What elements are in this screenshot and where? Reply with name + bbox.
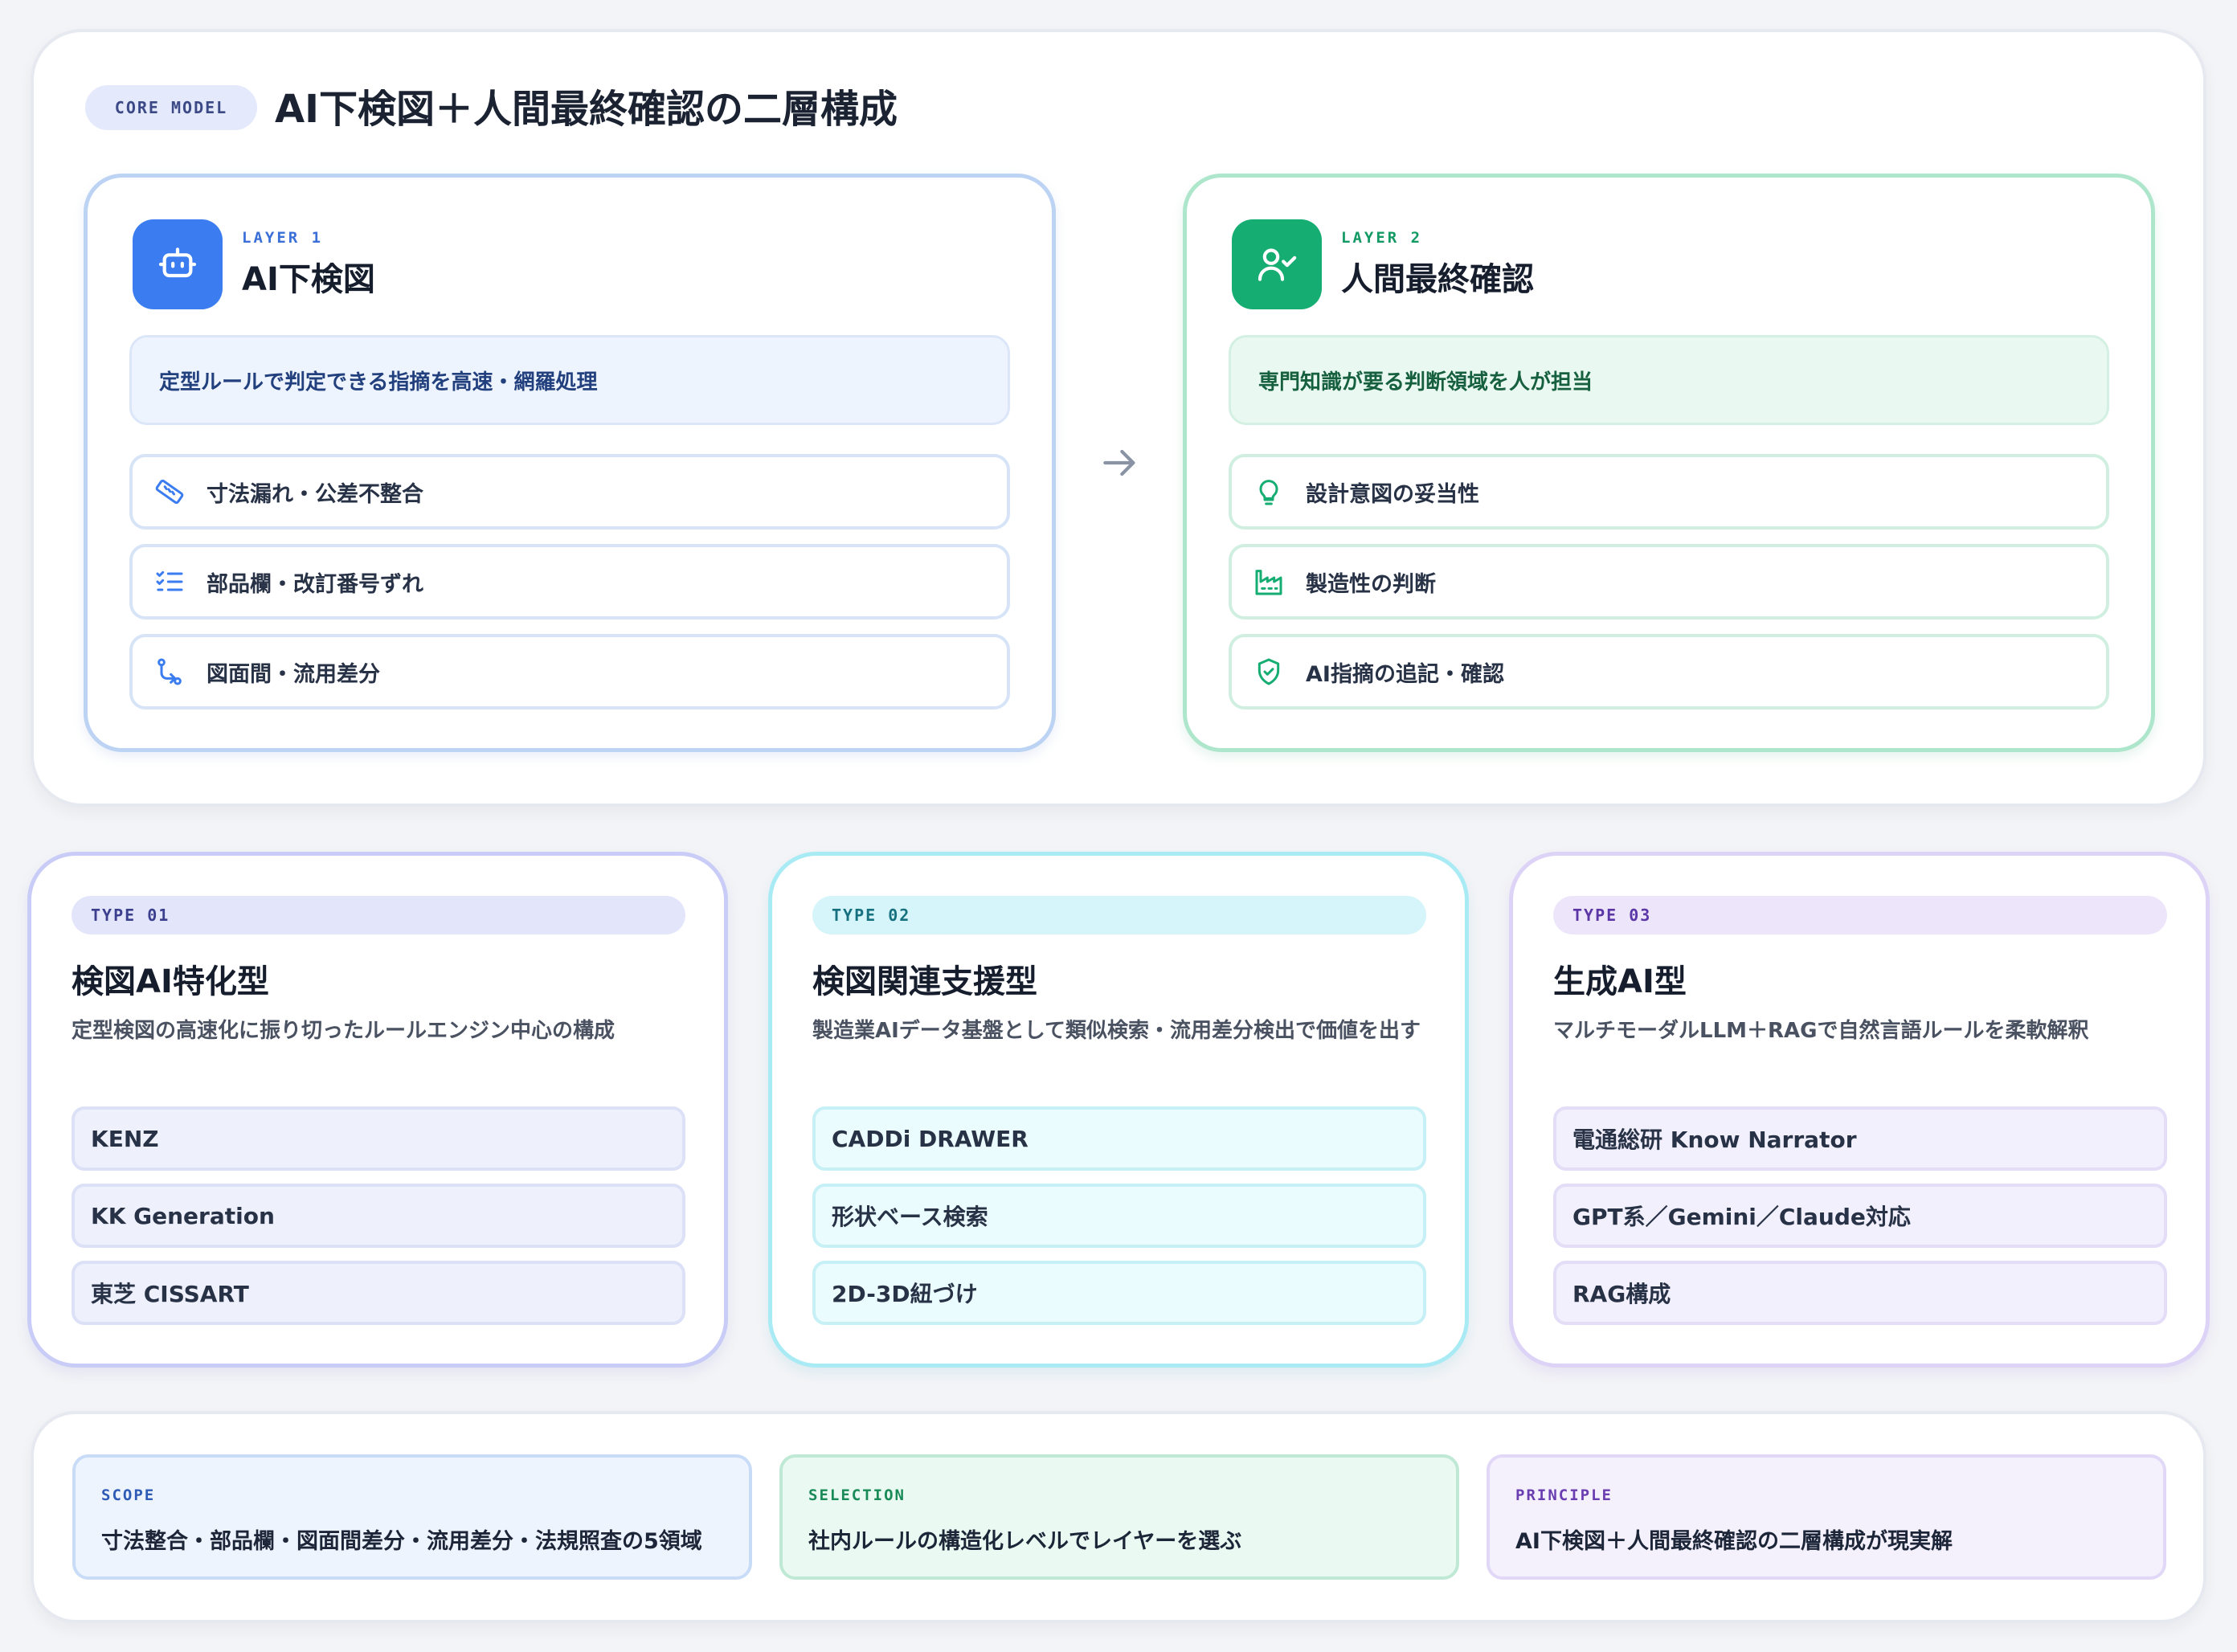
summary-text: 寸法整合・部品欄・図面間差分・流用差分・法規照査の5領域 (101, 1529, 702, 1554)
type-title: 検図関連支援型 (812, 963, 1037, 1000)
type-description: 製造業AIデータ基盤として類似検索・流用差分検出で価値を出す (812, 1019, 1421, 1043)
layer-item-label: 図面間・流用差分 (207, 661, 380, 687)
type-item: 2D-3D紐づけ (812, 1261, 1426, 1325)
type-item: 形状ベース検索 (812, 1184, 1426, 1248)
type-title: 生成AI型 (1553, 963, 1687, 1000)
type-02-card: TYPE 02 検図関連支援型 製造業AIデータ基盤として類似検索・流用差分検出… (768, 852, 1469, 1368)
type-item: CADDi DRAWER (812, 1106, 1426, 1171)
type-badge: TYPE 03 (1553, 896, 2167, 934)
type-item: RAG構成 (1553, 1261, 2167, 1325)
type-badge: TYPE 02 (812, 896, 1426, 934)
selection-box: SELECTION 社内ルールの構造化レベルでレイヤーを選ぶ (779, 1454, 1459, 1580)
layer-item: AI指摘の追記・確認 (1229, 634, 2109, 709)
layer-item-label: 設計意図の妥当性 (1306, 481, 1479, 507)
summary-label: PRINCIPLE (1515, 1486, 1613, 1504)
scope-box: SCOPE 寸法整合・部品欄・図面間差分・流用差分・法規照査の5領域 (72, 1454, 752, 1580)
summary-text: AI下検図＋人間最終確認の二層構成が現実解 (1515, 1529, 1953, 1554)
layer-1-card: LAYER 1 AI下検図 定型ルールで判定できる指摘を高速・網羅処理 寸法漏れ… (84, 174, 1056, 752)
layer-tag: LAYER 1 (242, 229, 324, 247)
layer-item: 図面間・流用差分 (129, 634, 1010, 709)
type-description: マルチモーダルLLM＋RAGで自然言語ルールを柔軟解釈 (1553, 1019, 2089, 1043)
layer-title: AI下検図 (242, 261, 375, 298)
layer-item-label: 製造性の判断 (1306, 571, 1436, 597)
route-icon (153, 656, 186, 688)
core-model-badge: CORE MODEL (85, 85, 257, 130)
core-model-title: AI下検図＋人間最終確認の二層構成 (275, 87, 898, 132)
layer-item-label: 部品欄・改訂番号ずれ (207, 571, 423, 597)
type-item: 東芝 CISSART (72, 1261, 685, 1325)
summary-label: SCOPE (101, 1486, 156, 1504)
user-check-icon (1232, 219, 1322, 309)
ruler-icon (153, 476, 186, 508)
layer-title: 人間最終確認 (1341, 261, 1534, 298)
robot-icon (133, 219, 223, 309)
checklist-icon (153, 566, 186, 598)
layer-item: 部品欄・改訂番号ずれ (129, 544, 1010, 620)
layer-description: 専門知識が要る判断領域を人が担当 (1229, 335, 2109, 425)
summary-label: SELECTION (808, 1486, 906, 1504)
type-03-card: TYPE 03 生成AI型 マルチモーダルLLM＋RAGで自然言語ルールを柔軟解… (1509, 852, 2210, 1368)
layer-item: 製造性の判断 (1229, 544, 2109, 620)
summary-card: SCOPE 寸法整合・部品欄・図面間差分・流用差分・法規照査の5領域 SELEC… (31, 1411, 2206, 1623)
layer-item-label: AI指摘の追記・確認 (1306, 661, 1504, 687)
type-description: 定型検図の高速化に振り切ったルールエンジン中心の構成 (72, 1019, 615, 1043)
type-item: GPT系／Gemini／Claude対応 (1553, 1184, 2167, 1248)
type-item: KENZ (72, 1106, 685, 1171)
principle-box: PRINCIPLE AI下検図＋人間最終確認の二層構成が現実解 (1487, 1454, 2166, 1580)
layer-item: 設計意図の妥当性 (1229, 454, 2109, 530)
arrow-right-icon (1103, 449, 1135, 476)
lightbulb-icon (1253, 476, 1285, 508)
layer-item-label: 寸法漏れ・公差不整合 (207, 481, 423, 507)
summary-text: 社内ルールの構造化レベルでレイヤーを選ぶ (808, 1529, 1242, 1554)
type-title: 検図AI特化型 (72, 963, 269, 1000)
type-badge: TYPE 01 (72, 896, 685, 934)
factory-icon (1253, 566, 1285, 598)
layer-description: 定型ルールで判定できる指摘を高速・網羅処理 (129, 335, 1010, 425)
layer-2-card: LAYER 2 人間最終確認 専門知識が要る判断領域を人が担当 設計意図の妥当性… (1183, 174, 2155, 752)
layer-item: 寸法漏れ・公差不整合 (129, 454, 1010, 530)
type-item: 電通総研 Know Narrator (1553, 1106, 2167, 1171)
shield-check-icon (1253, 656, 1285, 688)
type-01-card: TYPE 01 検図AI特化型 定型検図の高速化に振り切ったルールエンジン中心の… (27, 852, 728, 1368)
type-item: KK Generation (72, 1184, 685, 1248)
layer-tag: LAYER 2 (1341, 229, 1423, 247)
